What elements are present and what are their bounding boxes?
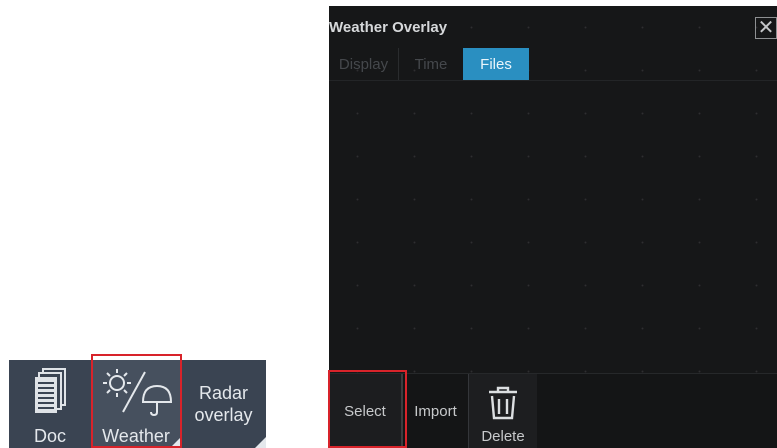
tab-divider [329, 80, 777, 81]
doc-button[interactable]: Doc [9, 360, 91, 448]
expand-corner-indicator [170, 437, 181, 448]
weather-icon [99, 366, 173, 421]
select-label: Select [344, 403, 386, 420]
radar-overlay-button[interactable]: Radar overlay [181, 360, 266, 448]
tab-bar: Display Time Files [329, 48, 529, 80]
tab-display[interactable]: Display [329, 48, 399, 80]
import-label: Import [414, 403, 457, 420]
close-icon: ✕ [757, 17, 775, 39]
doc-label: Doc [33, 426, 66, 446]
weather-overlay-panel: Weather Overlay ✕ Display Time Files Sel… [329, 6, 777, 448]
close-button[interactable]: ✕ [755, 17, 777, 39]
taskbar: Doc Weather Radar overlay [9, 360, 266, 448]
tab-files[interactable]: Files [463, 48, 529, 80]
panel-title: Weather Overlay [329, 19, 448, 36]
bottom-action-bar: Select Import Delete [329, 373, 777, 448]
expand-corner-indicator [255, 437, 266, 448]
radar-label-line1: Radar [198, 383, 249, 403]
import-button[interactable]: Import [403, 374, 469, 448]
document-icon [33, 368, 67, 419]
select-button[interactable]: Select [329, 374, 403, 448]
weather-label: Weather [102, 426, 170, 446]
delete-button[interactable]: Delete [469, 374, 537, 448]
delete-label: Delete [481, 428, 525, 445]
tab-time[interactable]: Time [399, 48, 463, 80]
weather-button[interactable]: Weather [91, 360, 181, 448]
radar-label-line2: overlay [194, 405, 253, 425]
trash-icon [486, 384, 520, 428]
